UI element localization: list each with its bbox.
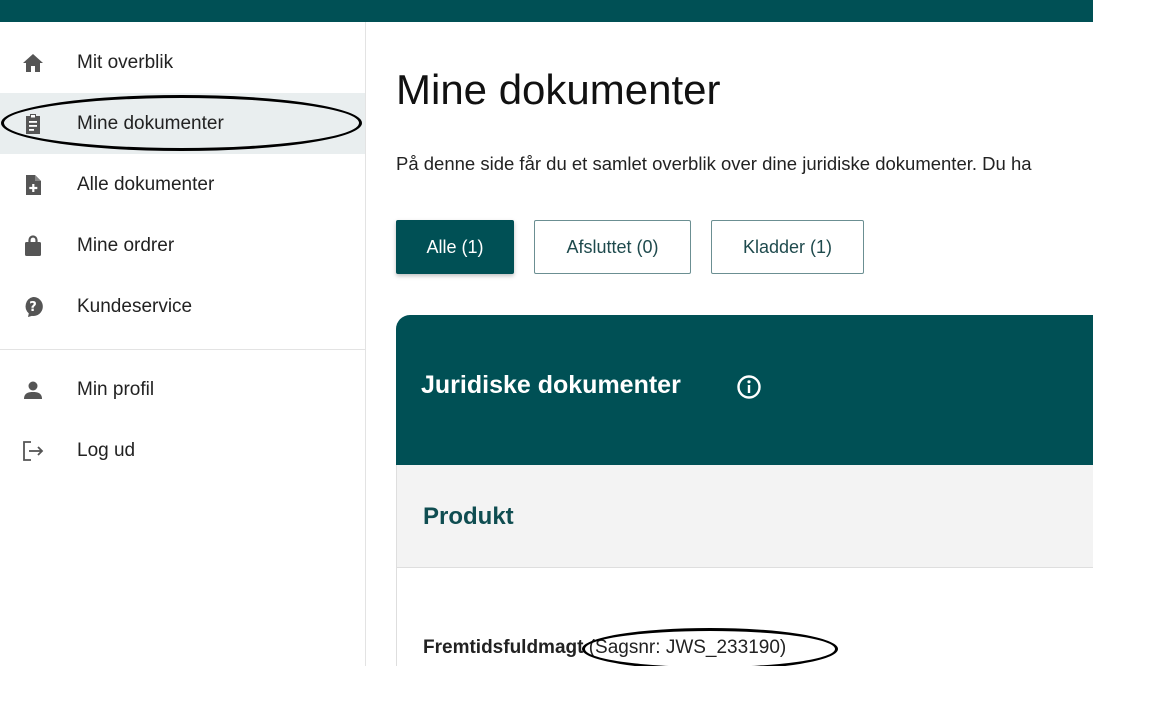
help-icon: ? (20, 294, 46, 320)
info-icon[interactable] (735, 373, 763, 401)
sidebar-item-mit-overblik[interactable]: Mit overblik (0, 32, 365, 93)
filter-all-button[interactable]: Alle (1) (396, 220, 514, 274)
filter-drafts-button[interactable]: Kladder (1) (711, 220, 864, 274)
svg-text:?: ? (29, 300, 37, 315)
sidebar-item-label: Alle dokumenter (77, 173, 215, 195)
clipboard-icon (20, 111, 46, 137)
document-entry[interactable]: Fremtidsfuldmagt (Sagsnr: JWS_233190) (423, 637, 786, 659)
sidebar-item-label: Mit overblik (77, 51, 174, 73)
sidebar-item-mine-dokumenter[interactable]: Mine dokumenter (0, 93, 365, 154)
person-icon (20, 377, 46, 403)
sidebar-item-kundeservice[interactable]: ? Kundeservice (0, 276, 365, 337)
sidebar-item-label: Min profil (77, 378, 155, 400)
card-header: Juridiske dokumenter (396, 315, 1093, 465)
column-header-product: Produkt (423, 503, 514, 530)
filter-completed-button[interactable]: Afsluttet (0) (534, 220, 691, 274)
sidebar-item-label: Log ud (77, 439, 136, 461)
sidebar: Mit overblik Mine dokumenter Alle dokume… (0, 22, 366, 666)
sidebar-item-label: Mine ordrer (77, 234, 175, 256)
sidebar-item-label: Mine dokumenter (77, 112, 224, 134)
document-case-number: (Sagsnr: JWS_233190) (583, 637, 787, 658)
main-content: Mine dokumenter På denne side får du et … (366, 22, 1093, 666)
sidebar-item-log-ud[interactable]: Log ud (0, 420, 365, 481)
sidebar-item-label: Kundeservice (77, 295, 193, 317)
top-bar (0, 0, 1093, 22)
document-add-icon (20, 172, 46, 198)
shopping-bag-icon (20, 233, 46, 259)
page-title: Mine dokumenter (396, 66, 721, 113)
app-window: Mit overblik Mine dokumenter Alle dokume… (0, 0, 1093, 666)
sidebar-item-mine-ordrer[interactable]: Mine ordrer (0, 215, 365, 276)
card-title: Juridiske dokumenter (421, 371, 681, 399)
intro-text: På denne side får du et samlet overblik … (396, 153, 1032, 174)
sidebar-item-min-profil[interactable]: Min profil (0, 359, 365, 420)
sidebar-item-alle-dokumenter[interactable]: Alle dokumenter (0, 154, 365, 215)
home-icon (20, 50, 46, 76)
logout-icon (20, 438, 46, 464)
documents-card: Juridiske dokumenter Produkt Fremtidsful… (396, 315, 1093, 666)
sidebar-divider (0, 349, 365, 350)
table-row[interactable]: Fremtidsfuldmagt (Sagsnr: JWS_233190) (396, 568, 1093, 666)
document-name: Fremtidsfuldmagt (423, 637, 584, 658)
column-header: Produkt (396, 465, 1093, 568)
